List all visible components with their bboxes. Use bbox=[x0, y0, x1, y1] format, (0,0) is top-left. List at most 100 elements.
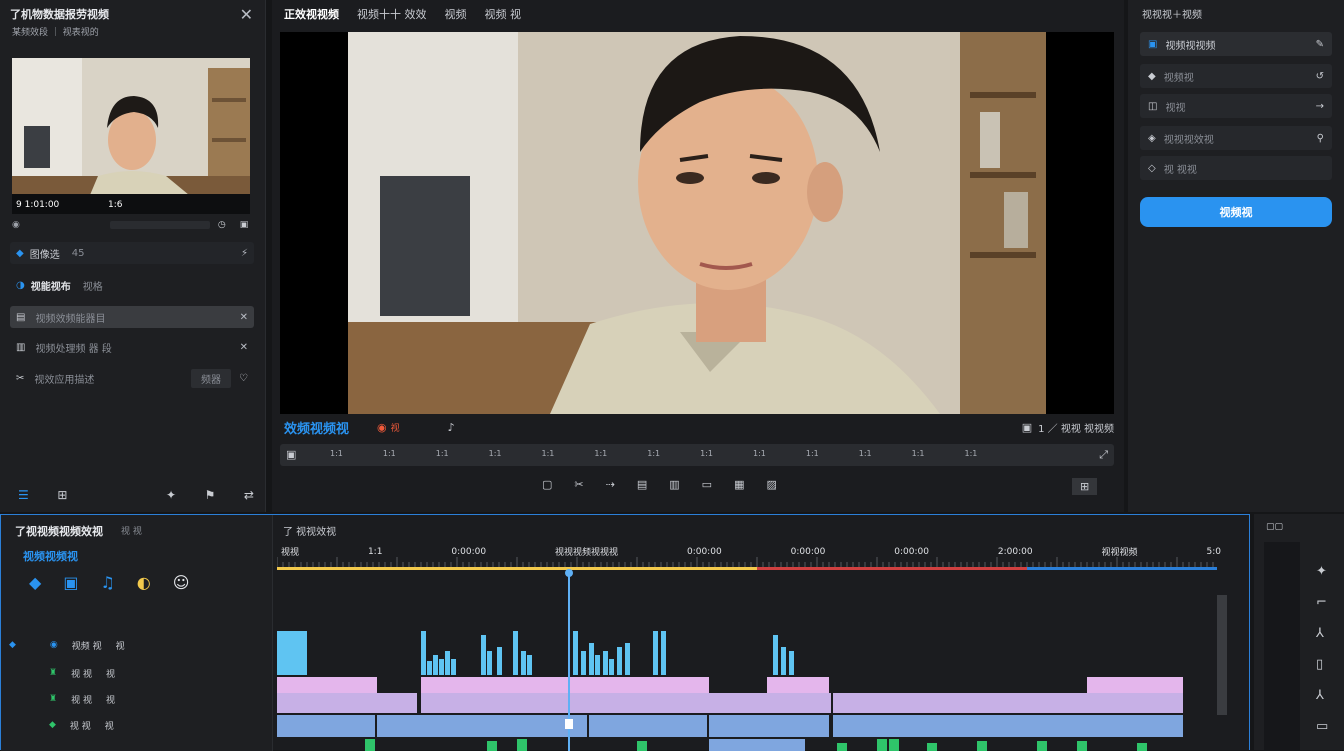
pin-right-icon[interactable]: ⚲ bbox=[1317, 133, 1324, 144]
effect-item-2[interactable]: ▥ 视频处理频 器 段 ✕ bbox=[10, 336, 254, 358]
grid-icon[interactable]: ⊞ bbox=[57, 488, 67, 502]
property-row-5[interactable]: ◇ 视 视视 bbox=[1140, 156, 1332, 180]
tab-effects[interactable]: 视频十十 效效 bbox=[357, 6, 427, 22]
snap-icon[interactable]: ✦ bbox=[1316, 564, 1328, 579]
track-4[interactable]: ◆ 视 视 视 bbox=[9, 715, 265, 735]
eye-icon[interactable]: ◉ bbox=[50, 640, 58, 650]
audio-waveform-bar bbox=[617, 647, 622, 675]
transition-icon[interactable]: ⇢ bbox=[606, 478, 615, 491]
scrub-mark: 1:1 bbox=[964, 449, 978, 458]
scrub-mark: 1:1 bbox=[911, 449, 925, 458]
fit-icon[interactable]: ▣ bbox=[1022, 421, 1032, 434]
flag-icon[interactable]: ⚑ bbox=[205, 488, 216, 502]
fullscreen-icon[interactable]: ⊞ bbox=[1072, 478, 1098, 495]
tab-main[interactable]: 正效视视频 bbox=[284, 6, 339, 22]
video-preview[interactable] bbox=[280, 32, 1114, 414]
mute-icon[interactable]: ◆ bbox=[49, 720, 56, 730]
speaker-icon[interactable]: ♜ bbox=[49, 694, 57, 704]
clock-icon[interactable]: ◷ bbox=[218, 220, 226, 230]
pin-icon[interactable]: ✦ bbox=[166, 488, 176, 502]
wand-icon[interactable]: ⚡ bbox=[241, 248, 248, 259]
cut-icon[interactable]: ✂ bbox=[574, 478, 583, 491]
hand-icon[interactable]: ⅄ bbox=[1316, 688, 1328, 703]
tab-video[interactable]: 视频 bbox=[445, 6, 467, 22]
overlay-title: 效频视频视 bbox=[284, 421, 350, 437]
arrow-right-icon[interactable]: → bbox=[1316, 101, 1324, 112]
reset-icon[interactable]: ↺ bbox=[1316, 71, 1324, 82]
scrub-mark: 1:1 bbox=[647, 449, 661, 458]
scrub-bar[interactable]: ▣ 1:1 1:1 1:1 1:1 1:1 1:1 1:1 1:1 1:1 1:1 1:1 1:1 1:… bbox=[280, 444, 1114, 466]
scrub-mark: 1:1 bbox=[753, 449, 766, 458]
properties-panel: 视视视＋视频 ▣ 视频视视频 ✎ ◆ 视频视 ↺ ◫ 视视 → ◈ 视视视效视 … bbox=[1128, 0, 1344, 512]
tools-header-icon: ▢▢ bbox=[1266, 522, 1284, 532]
clip-icon: ▥ bbox=[16, 341, 26, 353]
ripple-icon[interactable]: ▯ bbox=[1316, 657, 1328, 672]
track-3[interactable]: ♜ 视 视 视 bbox=[9, 689, 265, 709]
trash-icon[interactable]: ▣ bbox=[240, 220, 249, 230]
clip-thumbnail[interactable]: 9 1:01:00 1:6 bbox=[12, 58, 250, 214]
property-row-4[interactable]: ◈ 视视视效视 ⚲ bbox=[1140, 126, 1332, 150]
lock-icon[interactable]: ♜ bbox=[49, 668, 57, 678]
razor-icon[interactable]: ⅄ bbox=[1316, 626, 1328, 641]
monitor-icon[interactable]: ▭ bbox=[702, 478, 712, 491]
scrub-mark: 1:1 bbox=[700, 449, 713, 458]
audio-waveform-bar bbox=[573, 631, 578, 675]
remove-icon[interactable]: ✕ bbox=[240, 342, 248, 353]
remove-icon[interactable]: ✕ bbox=[240, 312, 248, 323]
audio-waveform-bar bbox=[517, 739, 527, 751]
record-icon[interactable]: ◉ bbox=[377, 421, 387, 434]
slip-icon[interactable]: ⌐ bbox=[1316, 595, 1328, 610]
audio-icon[interactable]: ♪ bbox=[448, 421, 455, 434]
audio-waveform-bar bbox=[781, 647, 786, 675]
crop-icon[interactable]: ▢ bbox=[542, 478, 552, 491]
property-row-1[interactable]: ▣ 视频视视频 ✎ bbox=[1140, 32, 1332, 56]
music-icon[interactable]: ♫ bbox=[100, 573, 114, 592]
close-icon[interactable]: ✕ bbox=[240, 5, 253, 24]
image-setting-row[interactable]: ◆ 图像选 45 ⚡ bbox=[10, 242, 254, 264]
list-icon[interactable]: ☰ bbox=[18, 488, 29, 502]
pen-icon[interactable]: ✎ bbox=[1316, 39, 1324, 50]
expand-icon[interactable]: ⤢ bbox=[1099, 448, 1108, 462]
tab-view[interactable]: 视频 视 bbox=[485, 6, 522, 22]
media-icon[interactable]: ▣ bbox=[63, 573, 78, 592]
layers-tool-icon[interactable]: ▤ bbox=[637, 478, 647, 491]
zoom-icon[interactable]: ▭ bbox=[1316, 719, 1328, 734]
track-1-n: 视 bbox=[115, 641, 125, 652]
layout-row[interactable]: ◑ 视能视布 视格 bbox=[10, 274, 254, 296]
timeline-tracks[interactable]: 了 视视效视 视视 1:1 0:00:00 视视视频视视视 0:00:00 0:00:00… bbox=[277, 515, 1227, 751]
audio-waveform-bar bbox=[789, 651, 794, 675]
timeline-mode[interactable]: 视频视频视 bbox=[23, 548, 78, 564]
audio-waveform-bar bbox=[513, 631, 518, 675]
scrub-mark: 1:1 bbox=[594, 449, 608, 458]
viewer-panel: 正效视视频 视频十十 效效 视频 视频 视 效频视频视 ◉ 视 ♪ ▣ 1 ／ … bbox=[272, 0, 1124, 512]
audio-waveform-bar bbox=[451, 659, 456, 675]
comment-icon[interactable]: ▨ bbox=[766, 478, 776, 491]
heart-icon[interactable]: ♡ bbox=[239, 373, 248, 384]
track-3-n: 视 bbox=[105, 695, 115, 706]
export-button[interactable]: 视频视 bbox=[1140, 197, 1332, 227]
effect-item-1[interactable]: ▤ 视频效频能器目 ✕ bbox=[10, 306, 254, 328]
add-track-icon[interactable]: ◆ bbox=[29, 573, 41, 592]
clip-progress[interactable] bbox=[109, 221, 210, 229]
arrow-icon[interactable]: ⇄ bbox=[244, 488, 254, 502]
track-1[interactable]: ◆ ◉ 视频 视 视 bbox=[9, 635, 265, 655]
track-header: 了 视视效视 bbox=[283, 527, 337, 538]
track-2[interactable]: ♜ 视 视 视 bbox=[9, 663, 265, 683]
save-icon[interactable]: ▦ bbox=[734, 478, 744, 491]
effect-item-3-label: 视效应用描述 bbox=[34, 374, 95, 386]
color-icon[interactable]: ◐ bbox=[137, 573, 151, 592]
audio-waveform-bar bbox=[609, 659, 614, 675]
audio-waveform-bar bbox=[445, 651, 450, 675]
location-icon: ◉ bbox=[12, 220, 20, 230]
user-icon[interactable]: ☺ bbox=[173, 573, 190, 592]
audio-waveform-bar bbox=[625, 643, 630, 675]
property-row-2[interactable]: ◆ 视频视 ↺ bbox=[1140, 64, 1332, 88]
loop-icon[interactable]: ▣ bbox=[286, 448, 296, 461]
audio-waveform-bar bbox=[527, 655, 532, 675]
effect-item-3[interactable]: ✂ 视效应用描述 频器 ♡ bbox=[10, 367, 254, 389]
stack-icon[interactable]: ▥ bbox=[669, 478, 679, 491]
property-row-3[interactable]: ◫ 视视 → bbox=[1140, 94, 1332, 118]
scrub-marks: 1:1 1:1 1:1 1:1 1:1 1:1 1:1 1:1 1:1 1:1 1:1 1:1 1:1 bbox=[330, 449, 977, 458]
effect-item-1-label: 视频效频能器目 bbox=[35, 313, 106, 325]
property-row-5-label: 视 视视 bbox=[1163, 164, 1197, 176]
